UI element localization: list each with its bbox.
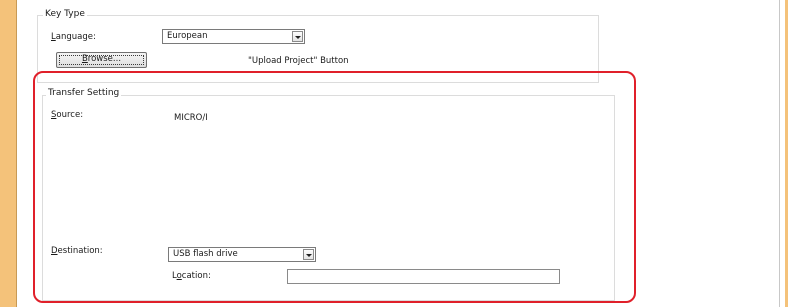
transfer-setting-highlight xyxy=(33,71,636,303)
key-type-group-title: Key Type xyxy=(43,9,87,19)
browse-button-label: Browse... xyxy=(81,54,122,64)
language-label: Language: xyxy=(51,32,96,42)
left-accent-strip xyxy=(0,0,16,307)
language-dropdown-value: European xyxy=(167,31,208,41)
chevron-down-icon[interactable] xyxy=(292,31,303,42)
top-area xyxy=(0,0,788,9)
language-dropdown[interactable]: European xyxy=(162,29,305,44)
upload-project-button-text: "Upload Project" Button xyxy=(248,56,349,66)
dialog-content: Key Type Language: European Browse... "U… xyxy=(17,9,779,307)
browse-button[interactable]: Browse... xyxy=(56,52,147,68)
